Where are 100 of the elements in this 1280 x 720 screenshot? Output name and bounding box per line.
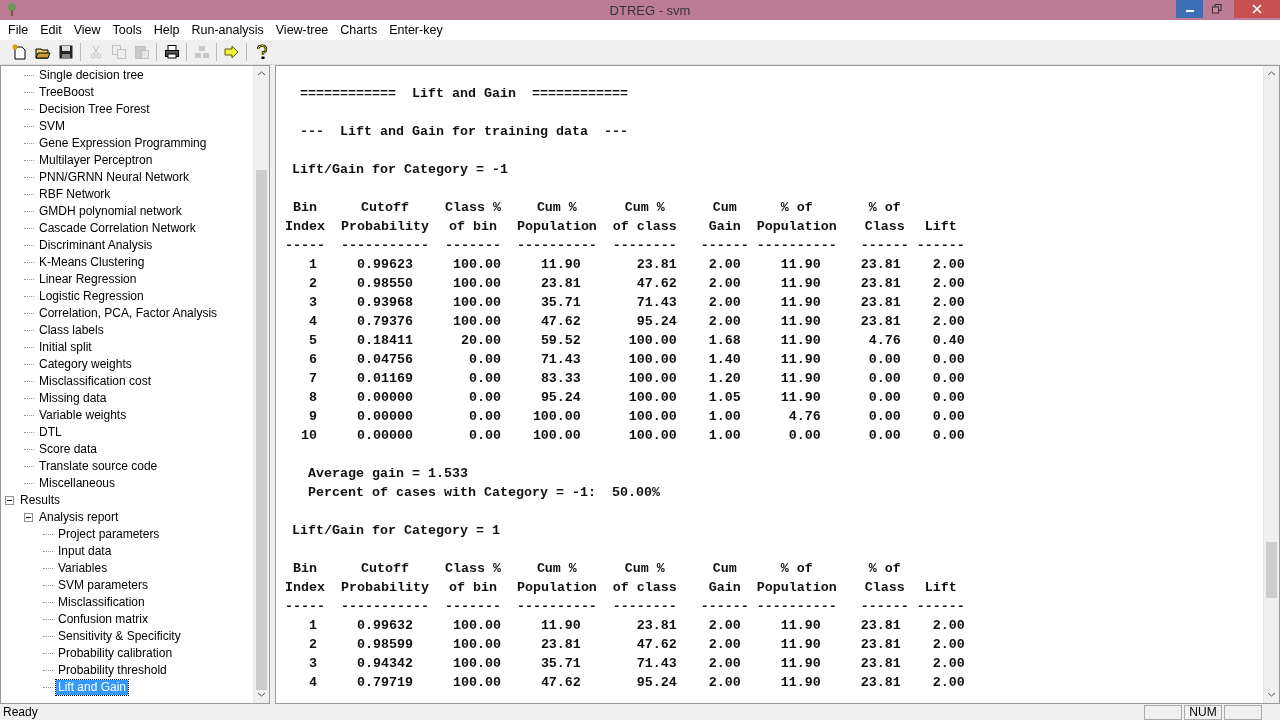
tree-item[interactable]: Multilayer Perceptron: [37, 153, 155, 168]
num-lock-indicator: NUM: [1184, 704, 1222, 720]
tree-item[interactable]: Confusion matrix: [56, 612, 151, 627]
table-cell: 20.00: [460, 333, 501, 348]
table-cell: 95.24: [540, 390, 581, 405]
table-cell: 23.81: [636, 257, 677, 272]
table-cell: 11.90: [780, 333, 821, 348]
menu-item[interactable]: Edit: [34, 23, 68, 37]
table-cell: 0.00: [868, 409, 901, 424]
save-icon[interactable]: [57, 44, 74, 60]
scroll-down-icon[interactable]: [255, 690, 268, 700]
menu-item[interactable]: Help: [147, 23, 186, 37]
header-rule: -----------: [340, 238, 429, 253]
tree-item[interactable]: Decision Tree Forest: [37, 102, 152, 117]
tree-item[interactable]: Variable weights: [37, 408, 129, 423]
column-header: of bin: [448, 580, 497, 595]
table-cell: 95.24: [636, 675, 677, 690]
tree-item[interactable]: K-Means Clustering: [37, 255, 147, 270]
new-file-icon[interactable]: [11, 44, 28, 60]
collapse-icon[interactable]: [24, 513, 33, 522]
tree-item[interactable]: Variables: [56, 561, 110, 576]
collapse-icon[interactable]: [5, 496, 14, 505]
tree-item[interactable]: Results: [18, 493, 62, 508]
tree-item[interactable]: Initial split: [37, 340, 94, 355]
header-rule: ------: [700, 238, 749, 253]
table-cell: 0.18411: [356, 333, 413, 348]
tree-item[interactable]: DTL: [37, 425, 64, 440]
table-cell: 2.00: [708, 637, 741, 652]
tree-item[interactable]: Input data: [56, 544, 114, 559]
scroll-thumb[interactable]: [1266, 542, 1277, 598]
tree-item[interactable]: Logistic Regression: [37, 289, 146, 304]
menu-item[interactable]: View: [67, 23, 107, 37]
menu-item[interactable]: Tools: [106, 23, 148, 37]
menu-item[interactable]: View-tree: [269, 23, 335, 37]
tree-item[interactable]: Misclassification cost: [37, 374, 154, 389]
header-rule: --------: [612, 599, 677, 614]
table-cell: 1.05: [708, 390, 741, 405]
tree-item[interactable]: Score data: [37, 442, 100, 457]
table-cell: 0.40: [932, 333, 965, 348]
table-cell: 0.00: [468, 409, 501, 424]
table-cell: 11.90: [780, 352, 821, 367]
tree-item[interactable]: TreeBoost: [37, 85, 96, 100]
menu-item[interactable]: Enter-key: [383, 23, 449, 37]
tree-item[interactable]: RBF Network: [37, 187, 113, 202]
tree-item[interactable]: PNN/GRNN Neural Network: [37, 170, 192, 185]
tree-item[interactable]: GMDH polynomial network: [37, 204, 184, 219]
tree-item[interactable]: SVM: [37, 119, 67, 134]
tree-item[interactable]: Analysis report: [37, 510, 121, 525]
table-cell: 0.93968: [356, 295, 413, 310]
tree-item[interactable]: Category weights: [37, 357, 134, 372]
minimize-button[interactable]: [1176, 0, 1203, 18]
tree-item[interactable]: SVM parameters: [56, 578, 151, 593]
tree-item[interactable]: Gene Expression Programming: [37, 136, 209, 151]
printer-icon[interactable]: [163, 44, 180, 60]
scrollbar[interactable]: [253, 66, 269, 703]
menu-item[interactable]: Run-analysis: [185, 23, 270, 37]
tree-item[interactable]: Missing data: [37, 391, 109, 406]
arrow-icon[interactable]: [223, 44, 240, 60]
tree-item[interactable]: Correlation, PCA, Factor Analysis: [37, 306, 220, 321]
close-icon[interactable]: [1252, 4, 1262, 14]
table-cell: 2.00: [932, 257, 965, 272]
tree-item[interactable]: Project parameters: [56, 527, 162, 542]
tree-item[interactable]: Miscellaneous: [37, 476, 118, 491]
table-cell: 11.90: [540, 618, 581, 633]
tree-item[interactable]: Translate source code: [37, 459, 160, 474]
tree-item[interactable]: Sensitivity & Specificity: [56, 629, 183, 644]
tree-item[interactable]: Class labels: [37, 323, 106, 338]
column-header: Cum %: [624, 561, 665, 576]
tree-item[interactable]: Probability threshold: [56, 663, 169, 678]
table-cell: 23.81: [860, 637, 901, 652]
column-header: Cutoff: [360, 200, 409, 215]
column-header: Probability: [340, 219, 429, 234]
close-button[interactable]: [1234, 0, 1280, 18]
tree-item[interactable]: Cascade Correlation Network: [37, 221, 198, 236]
table-cell: 100.00: [452, 637, 501, 652]
tree-item[interactable]: Linear Regression: [37, 272, 139, 287]
table-cell: 11.90: [780, 276, 821, 291]
scroll-down-icon[interactable]: [1265, 690, 1278, 700]
table-cell: 100.00: [628, 371, 677, 386]
table-cell: 100.00: [452, 675, 501, 690]
table-cell: 2: [309, 637, 317, 652]
table-cell: 2.00: [932, 618, 965, 633]
status-text: Ready: [3, 705, 38, 719]
table-cell: 0.01169: [356, 371, 413, 386]
table-cell: 2.00: [932, 637, 965, 652]
column-header: Cum %: [536, 561, 577, 576]
menu-item[interactable]: File: [2, 23, 35, 37]
table-cell: 7: [309, 371, 317, 386]
scroll-thumb[interactable]: [256, 170, 267, 690]
menu-item[interactable]: Charts: [334, 23, 384, 37]
section-title: Lift/Gain for Category = 1: [292, 522, 501, 540]
header-rule: ------: [916, 599, 965, 614]
tree-item[interactable]: Discriminant Analysis: [37, 238, 155, 253]
restore-icon[interactable]: [1211, 4, 1222, 14]
tree-item[interactable]: Probability calibration: [56, 646, 175, 661]
table-cell: 11.90: [780, 295, 821, 310]
tree-item[interactable]: Misclassification: [56, 595, 147, 610]
scrollbar[interactable]: [1263, 66, 1279, 703]
table-cell: 2.00: [708, 257, 741, 272]
tree-item[interactable]: Single decision tree: [37, 68, 146, 83]
